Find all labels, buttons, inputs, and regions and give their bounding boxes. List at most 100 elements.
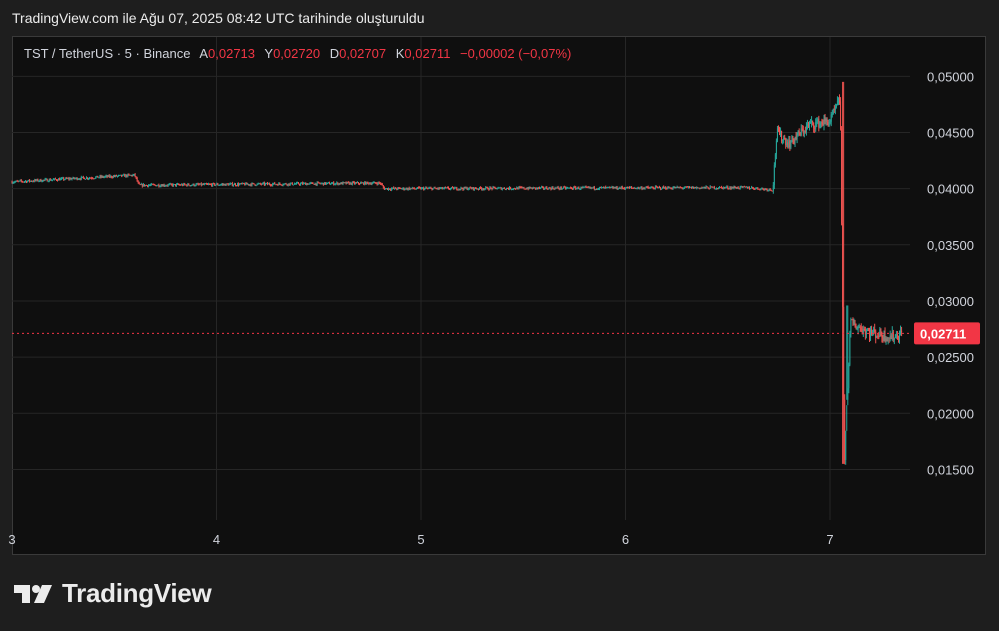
candle-body xyxy=(296,182,298,184)
candle-body xyxy=(436,188,438,190)
candle-body xyxy=(20,180,22,182)
candle-body xyxy=(883,331,885,340)
candle-body xyxy=(137,181,139,183)
candle-body xyxy=(501,188,503,190)
candle-body xyxy=(274,182,276,185)
candle-body xyxy=(406,188,408,190)
candle-body xyxy=(856,328,858,330)
x-axis: 3 4 5 6 7 xyxy=(8,532,833,547)
candle-body xyxy=(393,187,395,189)
candle-body xyxy=(766,189,768,191)
candle-body xyxy=(154,184,156,186)
candle-body xyxy=(727,186,729,189)
candle-body xyxy=(129,174,131,176)
candle-body xyxy=(502,187,504,189)
candle-body xyxy=(839,98,841,102)
candle-body xyxy=(405,188,407,190)
candle-body xyxy=(599,187,601,189)
candle-body xyxy=(499,187,501,189)
candle-body xyxy=(595,189,597,191)
candle-body xyxy=(611,187,613,189)
candle-body xyxy=(543,186,545,189)
candle-body xyxy=(584,186,586,188)
candle-body xyxy=(844,399,846,460)
candle-body xyxy=(180,184,182,186)
candle-body xyxy=(843,306,845,400)
candle-body xyxy=(690,186,692,188)
candle-body xyxy=(615,186,617,189)
candle-body xyxy=(542,186,544,188)
candle-body xyxy=(706,186,708,188)
candle-body xyxy=(855,327,857,330)
candle-body xyxy=(318,182,320,184)
candle-body xyxy=(613,187,615,189)
candle-body xyxy=(252,183,254,185)
tradingview-brand[interactable]: TradingView xyxy=(14,578,212,609)
candle-body xyxy=(556,187,558,189)
candle-body xyxy=(389,188,391,190)
candle-body xyxy=(158,184,160,187)
candle-body xyxy=(183,183,185,186)
candle-body xyxy=(299,184,301,186)
candle-body xyxy=(506,188,508,190)
candle-body xyxy=(235,185,237,187)
candle-body xyxy=(557,187,559,189)
candle-body xyxy=(601,187,603,189)
candle-body xyxy=(11,181,13,184)
candle-body xyxy=(306,183,308,186)
candle-body xyxy=(709,186,711,189)
candle-body xyxy=(559,187,561,189)
candle-body xyxy=(441,187,443,189)
candle-body xyxy=(250,184,252,186)
symbol-label[interactable]: TST / TetherUS · 5 · Binance xyxy=(24,46,190,61)
candle-body xyxy=(720,186,722,188)
candle-body xyxy=(489,187,491,190)
candle-body xyxy=(858,326,860,328)
candle-body xyxy=(105,175,107,177)
candle-body xyxy=(322,182,324,185)
candle-body xyxy=(16,180,18,182)
low-label: D xyxy=(329,46,340,61)
candle-body xyxy=(689,186,691,188)
candle-body xyxy=(109,175,111,177)
candle-body xyxy=(696,187,698,189)
candle-body xyxy=(610,187,612,189)
candle-body xyxy=(659,187,661,189)
candle-body xyxy=(636,188,638,190)
candle-body xyxy=(110,175,112,178)
candle-body xyxy=(602,187,604,189)
candle-body xyxy=(742,186,744,188)
candle-body xyxy=(205,183,207,185)
candle-body xyxy=(241,183,243,185)
candle-body xyxy=(220,184,222,186)
candle-body xyxy=(745,186,747,188)
candle-body xyxy=(744,186,746,188)
candle-body xyxy=(806,124,808,126)
candle-body xyxy=(525,188,527,190)
candle-body xyxy=(570,187,572,189)
candle-body xyxy=(169,183,171,185)
candle-body xyxy=(561,188,563,190)
candle-body xyxy=(40,179,42,182)
candle-body xyxy=(324,182,326,185)
candle-body xyxy=(232,184,234,186)
candle-body xyxy=(461,187,463,189)
candle-body xyxy=(668,186,670,188)
candle-body xyxy=(122,174,124,177)
candle-body xyxy=(319,183,321,185)
candle-body xyxy=(84,178,86,180)
candle-body xyxy=(223,184,225,186)
price-chart[interactable]: 0,05000 0,04500 0,04000 0,03500 0,03000 0,025… xyxy=(0,0,999,631)
candle-body xyxy=(200,183,202,186)
candle-body xyxy=(133,174,135,176)
candle-body xyxy=(364,181,366,185)
candle-body xyxy=(138,182,140,185)
candle-body xyxy=(145,185,147,187)
candle-body xyxy=(374,182,376,184)
candle-body xyxy=(408,187,410,190)
candle-body xyxy=(819,123,821,128)
candle-body xyxy=(652,187,654,189)
candle-body xyxy=(149,185,151,187)
candle-body xyxy=(771,190,773,192)
candle-body xyxy=(402,187,404,189)
